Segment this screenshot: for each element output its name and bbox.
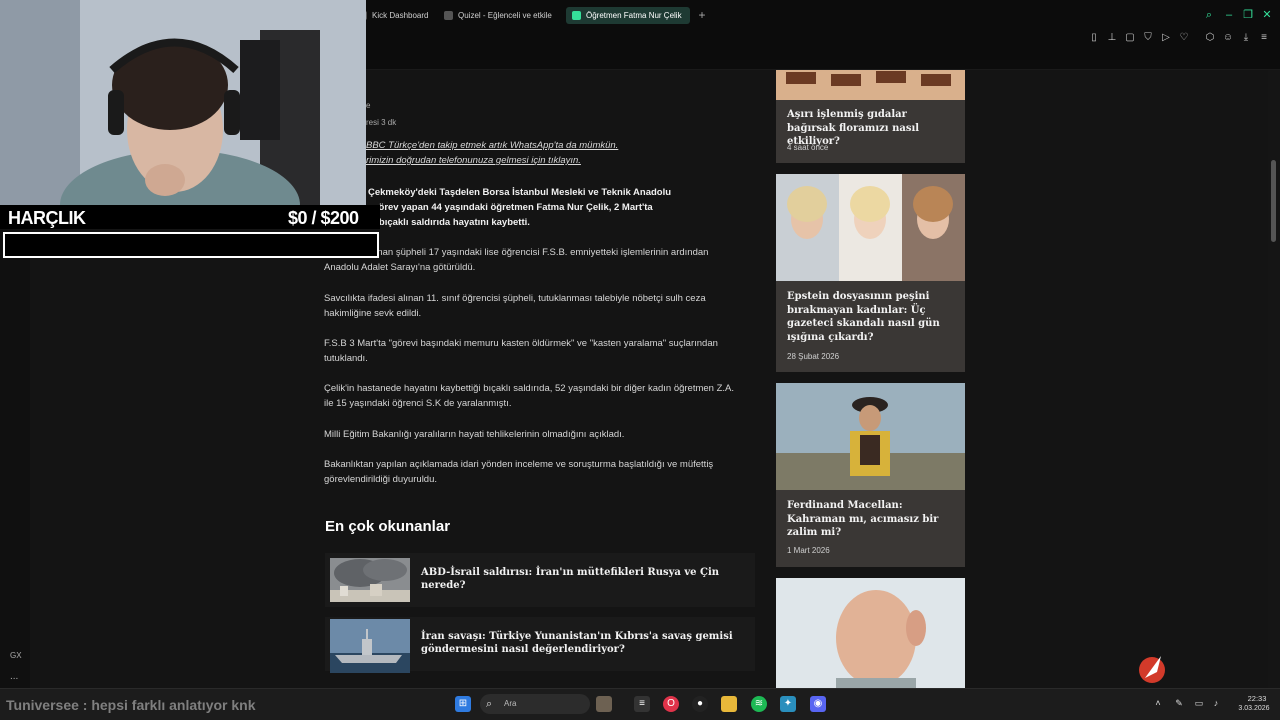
most-read-heading: En çok okunanlar	[325, 518, 451, 535]
article-paragraph: F.S.B 3 Mart'ta "görevi başındaki memuru…	[324, 338, 718, 364]
pin-icon[interactable]: ⊥	[1105, 31, 1119, 45]
budget-amount: $0 / $200	[288, 208, 359, 228]
taskbar-search-placeholder: Ara	[504, 699, 517, 708]
extensions-icon[interactable]: ⬡	[1203, 31, 1217, 45]
related-card[interactable]: Aşırı işlenmiş gıdalar bağırsak floramız…	[776, 70, 965, 163]
folder-icon[interactable]	[721, 696, 737, 712]
most-read-item[interactable]: İran savaşı: Türkiye Yunanistan'ın Kıbrı…	[325, 617, 755, 673]
files-icon[interactable]: ≡	[634, 696, 650, 712]
smoke-city-thumbnail	[330, 558, 410, 602]
article-paragraph: Savcılıkta ifadesi alınan 11. sınıf öğre…	[324, 293, 706, 319]
vpn-icon[interactable]: ✦	[780, 696, 796, 712]
card-timestamp: 1 Mart 2026	[787, 546, 830, 555]
chevron-up-icon[interactable]: ˄	[1152, 697, 1164, 709]
warship-thumbnail	[330, 619, 410, 673]
menu-icon[interactable]: ≡	[1257, 31, 1271, 45]
most-read-title[interactable]: İran savaşı: Türkiye Yunanistan'ın Kıbrı…	[421, 630, 741, 656]
discord-icon[interactable]: ◉	[810, 696, 826, 712]
play-icon[interactable]: ▷	[1159, 31, 1173, 45]
article-lead: düzenlenen bıçaklı saldırıda hayatını ka…	[324, 217, 530, 228]
account-icon[interactable]: ☺	[1221, 31, 1235, 45]
gx-corner-label[interactable]: GX	[10, 651, 22, 660]
search-icon: ⌕	[486, 698, 493, 710]
budget-overlay: HARÇLIK $0 / $200	[0, 205, 380, 229]
tab-active-article[interactable]: Öğretmen Fatma Nur Çelik	[566, 7, 690, 24]
sidebar-icon[interactable]: ▯	[1087, 31, 1101, 45]
restore-icon[interactable]: ❐	[1241, 8, 1255, 22]
budget-label: HARÇLIK	[8, 208, 86, 228]
chat-ticker: Tuniversee : hepsi farklı anlatıyor knk	[6, 697, 256, 713]
elephant-icon[interactable]	[596, 696, 612, 712]
article-paragraph: Bakanlıktan yapılan açıklamada idari yön…	[324, 459, 714, 485]
related-card[interactable]	[776, 578, 965, 688]
obs-icon[interactable]: ●	[692, 696, 708, 712]
read-time: resi 3 dk	[366, 118, 397, 127]
minimize-icon[interactable]: –	[1222, 8, 1236, 22]
article-lead: Çekmeköy'deki Taşdelen Borsa İstanbul Me…	[368, 187, 672, 198]
most-read-item[interactable]: ABD-İsrail saldırısı: İran'ın müttefikle…	[325, 553, 755, 607]
display-icon[interactable]: ▭	[1193, 697, 1205, 709]
pen-icon[interactable]: ✎	[1173, 697, 1185, 709]
article-paragraph: Milli Eğitim Bakanlığı yaralıların hayat…	[324, 429, 625, 440]
shield-icon[interactable]: ⛉	[1141, 31, 1155, 45]
tab-label: Kick Dashboard	[372, 11, 429, 20]
whatsapp-link[interactable]: rimizin doğrudan telefonunuza gelmesi iç…	[366, 155, 581, 166]
byline: e	[366, 101, 371, 110]
webcam-feed	[0, 0, 366, 206]
card-timestamp: 4 saat önce	[787, 143, 829, 152]
related-card[interactable]: Ferdinand Macellan: Kahraman mı, acıması…	[776, 383, 965, 567]
taskbar-clock-date[interactable]: 3.03.2026	[1231, 705, 1277, 712]
article-lead: Lisesi'nde görev yapan 44 yaşındaki öğre…	[324, 202, 653, 213]
card-title[interactable]: Epstein dosyasının peşini bırakmayan kad…	[787, 290, 957, 344]
snapshot-icon[interactable]: ▢	[1123, 31, 1137, 45]
heart-icon[interactable]: ♡	[1177, 31, 1191, 45]
women-portraits-image	[776, 174, 965, 281]
opera-icon[interactable]: O	[663, 696, 679, 712]
bbc-icon	[572, 11, 581, 20]
more-options-icon[interactable]: ...	[10, 671, 18, 682]
volume-icon[interactable]: ♪	[1210, 697, 1222, 709]
article-paragraph: Gözaltına alınan şüpheli 17 yaşındaki li…	[324, 247, 709, 273]
windows-start-icon[interactable]: ⊞	[455, 696, 471, 712]
quizel-icon	[444, 11, 453, 20]
scrollbar-thumb[interactable]	[1271, 160, 1276, 242]
feather-logo-icon	[1139, 656, 1165, 683]
download-icon[interactable]: ⤓	[1239, 31, 1253, 45]
card-timestamp: 28 Şubat 2026	[787, 352, 840, 361]
article-paragraph: Çelik'in hastanede hayatını kaybettiği b…	[324, 383, 735, 409]
taskbar-clock-time[interactable]: 22:33	[1237, 694, 1277, 703]
tab-quizel[interactable]: Quizel - Eğlenceli ve etkile	[438, 7, 560, 24]
most-read-title[interactable]: ABD-İsrail saldırısı: İran'ın müttefikle…	[421, 566, 741, 592]
card-title[interactable]: Ferdinand Macellan: Kahraman mı, acıması…	[787, 499, 957, 540]
budget-progress-bar	[3, 232, 379, 258]
magellan-painting-image	[776, 383, 965, 490]
new-tab-button[interactable]: +	[696, 8, 708, 22]
streamer-webcam-image	[0, 0, 366, 206]
chocolate-image	[776, 70, 965, 100]
related-card[interactable]: Epstein dosyasının peşini bırakmayan kad…	[776, 174, 965, 372]
whatsapp-link[interactable]: BBC Türkçe'den takip etmek artık WhatsAp…	[366, 140, 618, 151]
smiling-man-image	[776, 578, 965, 688]
tab-label: Quizel - Eğlenceli ve etkile	[458, 11, 552, 20]
spotify-icon[interactable]: ≋	[751, 696, 767, 712]
close-icon[interactable]: ✕	[1260, 8, 1274, 22]
tab-label: Öğretmen Fatma Nur Çelik	[586, 11, 682, 20]
search-icon[interactable]: ⌕	[1202, 8, 1216, 22]
